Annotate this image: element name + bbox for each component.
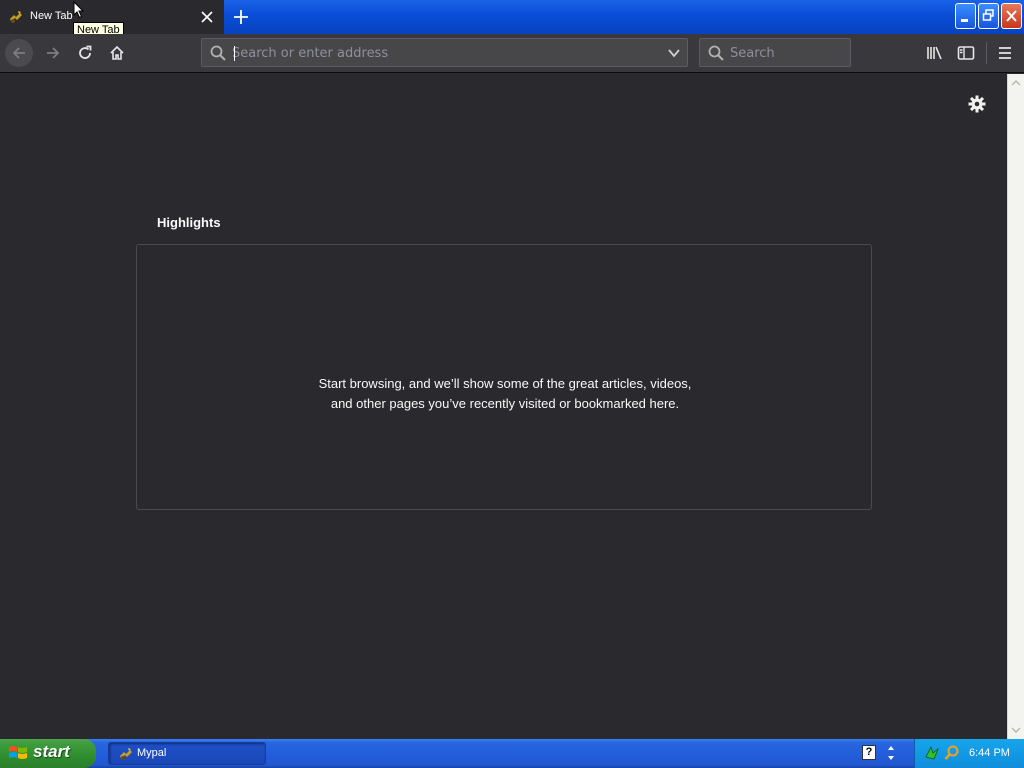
arrow-forward-icon (47, 47, 60, 59)
windows-flag-icon (9, 746, 27, 759)
taskbar-item-label: Mypal (137, 747, 167, 759)
taskbar: start Mypal ? 6:44 PM (0, 739, 1024, 768)
highlights-empty-state: Start browsing, and we’ll show some of t… (136, 244, 872, 510)
close-icon (1006, 10, 1017, 22)
close-tab-button[interactable] (198, 8, 216, 26)
clock: 6:44 PM (969, 747, 1010, 759)
help-icon[interactable]: ? (862, 745, 876, 760)
minimize-button[interactable] (955, 3, 976, 29)
tab-title: New Tab (30, 10, 73, 22)
mypal-favicon (120, 748, 132, 760)
reload-button[interactable] (71, 39, 99, 67)
close-icon (201, 11, 213, 23)
taskbar-item-mypal[interactable]: Mypal (108, 742, 266, 765)
back-button[interactable] (5, 39, 33, 67)
empty-state-message: Start browsing, and we’ll show some of t… (318, 376, 692, 411)
sidebar-icon[interactable] (956, 43, 976, 63)
search-icon (708, 45, 724, 61)
vertical-scrollbar[interactable] (1007, 74, 1024, 739)
window-controls (955, 3, 1022, 29)
language-bar-arrows-icon[interactable] (885, 743, 897, 763)
address-bar[interactable] (201, 38, 688, 67)
forward-button[interactable] (39, 39, 67, 67)
chevron-down-icon[interactable] (667, 46, 681, 60)
restore-icon (982, 9, 994, 21)
hamburger-menu-icon[interactable] (995, 43, 1015, 63)
scroll-up-icon[interactable] (1011, 78, 1021, 88)
scroll-down-icon[interactable] (1011, 725, 1021, 735)
home-icon (110, 45, 124, 60)
search-input[interactable] (730, 42, 845, 64)
highlights-heading: Highlights (157, 215, 221, 230)
title-bar: New Tab New Tab (0, 0, 1024, 39)
address-input[interactable] (232, 42, 652, 64)
mypal-favicon (10, 11, 22, 23)
toolbar-separator (986, 42, 987, 64)
network-icon[interactable] (924, 745, 940, 761)
close-window-button[interactable] (1001, 3, 1022, 29)
mouse-cursor (73, 1, 85, 19)
system-tray: 6:44 PM (914, 739, 1024, 768)
start-button[interactable]: start (0, 739, 96, 768)
search-bar[interactable] (699, 38, 851, 67)
navigation-toolbar (0, 34, 1024, 73)
new-tab-page: Highlights Start browsing, and we’ll sho… (0, 74, 1007, 739)
search-icon (210, 45, 226, 61)
reload-icon (79, 45, 92, 59)
home-button[interactable] (103, 39, 131, 67)
text-caret (234, 46, 235, 61)
arrow-back-icon (12, 47, 25, 59)
start-label: start (33, 742, 70, 761)
restore-button[interactable] (978, 3, 999, 29)
new-tab-button[interactable] (230, 6, 252, 28)
library-icon[interactable] (925, 43, 945, 63)
minimize-icon (961, 19, 968, 22)
search-icon[interactable] (944, 745, 960, 761)
gear-icon[interactable] (967, 94, 987, 114)
plus-icon (234, 10, 248, 24)
